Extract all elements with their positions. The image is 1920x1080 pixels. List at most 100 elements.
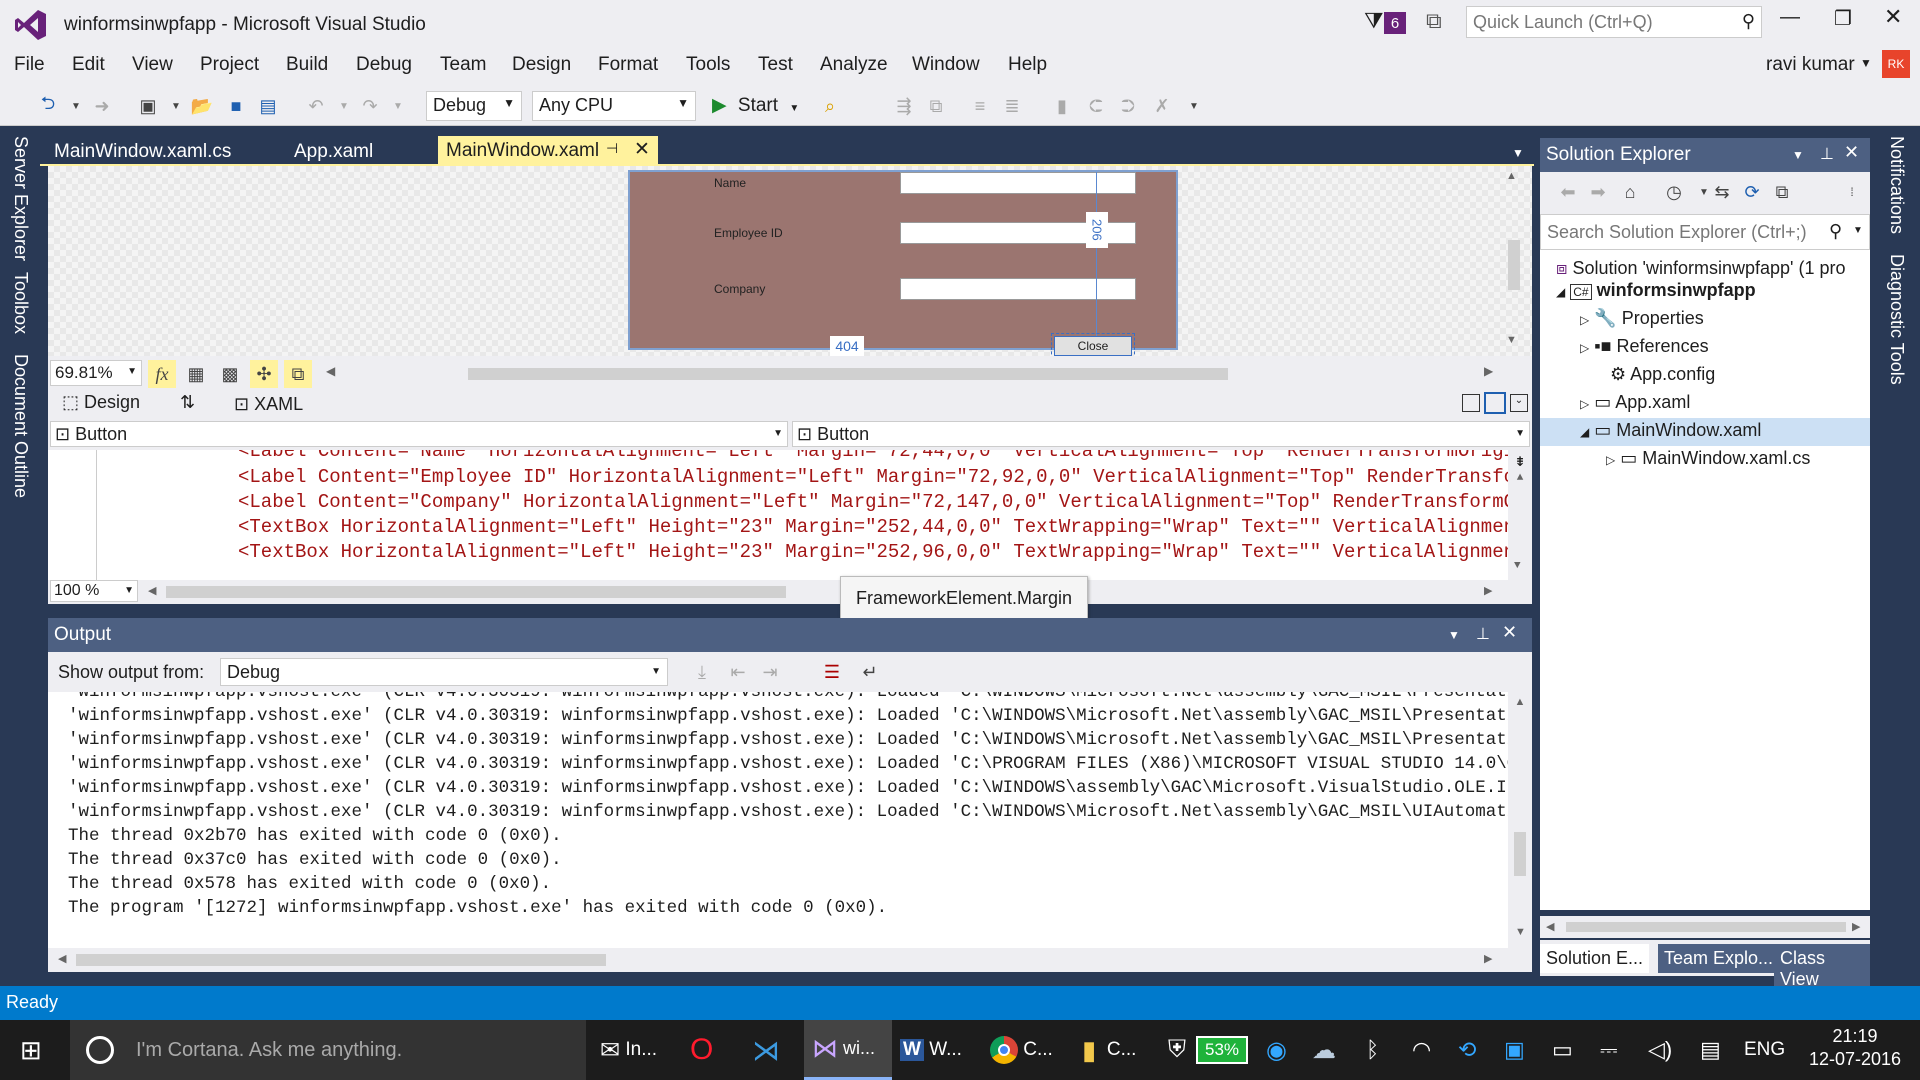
wpf-window-preview[interactable]: Name Employee ID Company 206 Close 404 — [628, 170, 1178, 359]
new-dropdown-icon[interactable]: ▼ — [162, 92, 190, 120]
bluetooth-icon[interactable]: ᛒ — [1366, 1020, 1379, 1080]
filter-icon[interactable]: ⧩ — [1364, 8, 1384, 34]
scroll-down-icon[interactable]: ▼ — [1515, 926, 1526, 938]
sync-icon[interactable]: ⟲ — [1458, 1020, 1476, 1080]
scroll-right-icon[interactable]: ▶ — [1484, 952, 1492, 965]
clock[interactable]: 21:19 12-07-2016 — [1800, 1026, 1910, 1070]
power-icon[interactable]: ⎓ — [1600, 1020, 1618, 1080]
start-button[interactable]: ▶ Start ▼ — [712, 94, 799, 117]
scroll-thumb[interactable] — [1566, 922, 1846, 932]
editor-vscroll[interactable]: ⇟ ▲ ▼ — [1508, 450, 1532, 580]
tree-item-app-xaml[interactable]: ▷ ▭ App.xaml — [1580, 392, 1690, 413]
output-text[interactable]: 'winformsinwpfapp.vshost.exe' (CLR v4.0.… — [48, 692, 1508, 948]
shield-icon[interactable]: ⛨ — [1168, 1020, 1186, 1080]
pending-changes-icon[interactable]: ◷ — [1660, 178, 1688, 206]
element-select-left[interactable]: ⊡ Button ▼ — [50, 421, 788, 447]
solution-configuration-select[interactable]: Debug ▼ — [426, 91, 522, 121]
tree-item-app-config[interactable]: ⚙ App.config — [1610, 364, 1715, 385]
menu-edit[interactable]: Edit — [72, 54, 105, 76]
taskbar-app-vs-active[interactable]: ⋈ wi... — [804, 1020, 892, 1080]
save-all-icon[interactable]: ▤ — [254, 92, 282, 120]
step-icon[interactable]: ⇶ — [890, 92, 918, 120]
scroll-thumb[interactable] — [1514, 832, 1526, 876]
snap-lines-icon[interactable]: ✣ — [250, 360, 278, 388]
project-node[interactable]: ◢ C# winformsinwpfapp — [1556, 280, 1756, 301]
collapse-all-icon[interactable]: ⧉ — [1768, 178, 1796, 206]
wifi-icon[interactable]: ◠ — [1412, 1020, 1431, 1080]
tab-app-xaml[interactable]: App.xaml — [286, 138, 381, 166]
label-name[interactable]: Name — [714, 176, 746, 190]
refresh-icon[interactable]: ⟳ — [1738, 178, 1766, 206]
menu-analyze[interactable]: Analyze — [820, 54, 888, 76]
label-employee-id[interactable]: Employee ID — [714, 226, 783, 240]
forward-icon[interactable]: ➜ — [88, 92, 116, 120]
vs-code-icon[interactable]: ⋊ — [752, 1020, 780, 1080]
tab-solution-explorer[interactable]: Solution E... — [1540, 944, 1650, 973]
scroll-up-icon[interactable]: ▲ — [1508, 696, 1532, 708]
opera-icon[interactable]: O — [690, 1020, 713, 1080]
monitor-icon[interactable]: ▭ — [1552, 1020, 1573, 1080]
toolbar-options-icon[interactable]: ▼ — [1180, 92, 1208, 120]
windows-start-icon[interactable]: ⊞ — [20, 1020, 42, 1080]
xaml-line[interactable]: <Label Content="Company" HorizontalAlign… — [238, 491, 1532, 513]
scroll-thumb[interactable] — [1508, 240, 1520, 290]
back-icon[interactable]: ⬅ — [1554, 178, 1582, 206]
split-icon[interactable]: ⇟ — [1508, 450, 1532, 472]
tab-mainwindow-xaml-cs[interactable]: MainWindow.xaml.cs — [46, 138, 239, 166]
comment-icon[interactable]: ≡ — [966, 92, 994, 120]
tab-overflow-icon[interactable]: ▼ — [1512, 146, 1524, 160]
sync-icon[interactable]: ⇆ — [1708, 178, 1736, 206]
network-app-icon[interactable]: ◉ — [1266, 1020, 1287, 1080]
snap-grid-icon[interactable]: ▩ — [216, 360, 244, 388]
xaml-line[interactable]: <TextBox HorizontalAlignment="Left" Heig… — [238, 516, 1532, 538]
forward-icon[interactable]: ➡ — [1584, 178, 1612, 206]
editor-hscroll-thumb[interactable] — [166, 586, 786, 598]
user-name[interactable]: ravi kumar — [1766, 54, 1855, 76]
chevron-down-icon[interactable]: ▼ — [1448, 628, 1460, 642]
next-message-icon[interactable]: ⇥ — [756, 658, 784, 686]
scroll-right-icon[interactable]: ▶ — [1852, 920, 1860, 933]
tab-team-explorer[interactable]: Team Explo... — [1658, 944, 1780, 973]
menu-file[interactable]: File — [14, 54, 45, 76]
display-icon[interactable]: ▣ — [1504, 1020, 1525, 1080]
diagnostic-tools-tab[interactable]: Diagnostic Tools — [1886, 254, 1907, 385]
output-vscroll[interactable]: ▲ ▼ — [1508, 692, 1532, 948]
redo-icon[interactable]: ↷ — [356, 92, 384, 120]
scroll-up-icon[interactable]: ▲ — [1508, 472, 1532, 484]
word-wrap-icon[interactable]: ↵ — [856, 658, 884, 686]
xaml-line[interactable]: <TextBox HorizontalAlignment="Left" Heig… — [238, 541, 1532, 563]
new-project-icon[interactable]: ▣ — [134, 92, 162, 120]
layout-icon[interactable]: ⧉ — [922, 92, 950, 120]
scroll-left-icon[interactable]: ◀ — [1546, 920, 1554, 933]
undo-dropdown-icon[interactable]: ▼ — [330, 92, 358, 120]
taskbar-app-word[interactable]: W W... — [900, 1020, 962, 1080]
tree-item-references[interactable]: ▷ ▪■ References — [1580, 336, 1709, 357]
close-icon[interactable]: ✕ — [1844, 142, 1859, 163]
avatar[interactable]: RK — [1882, 50, 1910, 78]
output-source-select[interactable]: Debug ▼ — [220, 658, 668, 686]
clear-bookmarks-icon[interactable]: ✗ — [1148, 92, 1176, 120]
design-tab[interactable]: ⬚ Design — [62, 392, 140, 413]
textbox-name[interactable] — [900, 172, 1136, 194]
output-hscroll-thumb[interactable] — [76, 954, 606, 966]
horizontal-split-icon[interactable] — [1484, 392, 1506, 414]
pin-icon[interactable]: ⊥ — [1820, 144, 1834, 164]
toolbox-tab[interactable]: Toolbox — [10, 272, 31, 334]
menu-view[interactable]: View — [132, 54, 173, 76]
tree-item-mainwindow-xaml[interactable]: ◢ ▭ MainWindow.xaml — [1580, 420, 1761, 441]
solution-search-input[interactable]: Search Solution Explorer (Ctrl+;) ⚲ ▼ — [1540, 214, 1870, 250]
clear-all-icon[interactable]: ☰ — [818, 658, 846, 686]
home-icon[interactable]: ⌂ — [1616, 178, 1644, 206]
language-indicator[interactable]: ENG — [1744, 1020, 1785, 1080]
action-center-icon[interactable]: ▤ — [1700, 1020, 1721, 1080]
menu-format[interactable]: Format — [598, 54, 658, 76]
editor-zoom-select[interactable]: 100 % ▼ — [50, 580, 138, 602]
solution-hscroll[interactable]: ◀ ▶ — [1540, 916, 1870, 938]
maximize-button[interactable]: ❐ — [1834, 6, 1852, 31]
menu-project[interactable]: Project — [200, 54, 259, 76]
onedrive-icon[interactable]: ☁ — [1312, 1020, 1336, 1080]
menu-build[interactable]: Build — [286, 54, 328, 76]
solution-platform-select[interactable]: Any CPU ▼ — [532, 91, 696, 121]
designer-vscroll[interactable]: ▲ ▼ — [1506, 170, 1522, 350]
menu-team[interactable]: Team — [440, 54, 486, 76]
